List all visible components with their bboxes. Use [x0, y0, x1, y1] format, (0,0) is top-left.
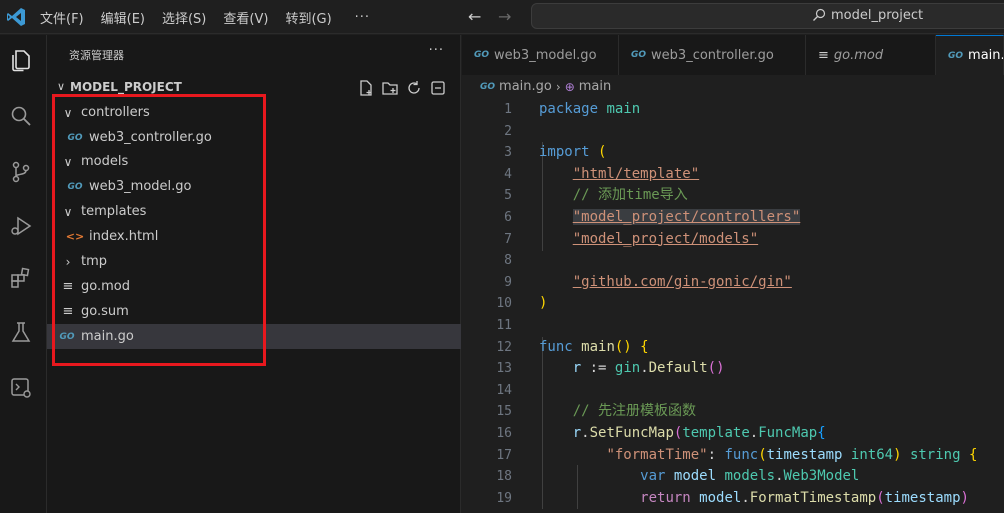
forward-arrow-icon[interactable]: →	[498, 7, 511, 26]
command-center-search[interactable]: model_project	[531, 3, 1004, 29]
code-editor[interactable]: 1 package main 2 3 import ( 4 "html/templa…	[462, 99, 1004, 509]
go-file-icon: GO	[474, 50, 490, 60]
title-bar: 文件(F) 编辑(E) 选择(S) 查看(V) 转到(G) ··· ← → mo…	[0, 0, 1004, 34]
code-line: 8	[504, 253, 512, 269]
new-file-icon[interactable]	[357, 79, 375, 97]
code-line: 6 "model_project/controllers"	[504, 208, 801, 225]
refresh-icon[interactable]	[405, 79, 423, 97]
text-file-icon: ≡	[818, 47, 829, 63]
menu-selection[interactable]: 选择(S)	[162, 8, 206, 27]
tab-web3-controller[interactable]: GO web3_controller.go	[619, 35, 806, 75]
code-line: 11	[496, 317, 512, 333]
collapse-all-icon[interactable]	[429, 79, 447, 97]
chevron-right-icon: ›	[555, 79, 561, 94]
editor-tabs: GO web3_model.go GO web3_controller.go ≡…	[462, 35, 1004, 75]
code-line: 9 "github.com/gin-gonic/gin"	[504, 273, 792, 290]
code-line: 7 "model_project/models"	[504, 230, 759, 247]
back-arrow-icon[interactable]: ←	[468, 7, 481, 26]
vscode-logo-icon[interactable]	[4, 5, 28, 29]
tab-label: web3_model.go	[494, 47, 597, 63]
code-line: 3 import (	[504, 144, 607, 161]
search-icon[interactable]	[8, 103, 34, 129]
tab-label: web3_controller.go	[651, 47, 774, 63]
tab-go-mod[interactable]: ≡ go.mod	[806, 35, 936, 75]
code-line: 13 r := gin.Default()	[496, 360, 725, 377]
code-line: 5 // 添加time导入	[504, 187, 688, 204]
annotation-highlight-box	[52, 94, 266, 366]
search-text: model_project	[831, 8, 924, 23]
menu-go[interactable]: 转到(G)	[285, 8, 331, 27]
code-line: 15 // 先注册模板函数	[496, 403, 697, 420]
tab-label: main.go	[968, 48, 1004, 63]
tab-web3-model[interactable]: GO web3_model.go	[462, 35, 619, 75]
go-file-icon: GO	[480, 81, 496, 92]
breadcrumb: GO main.go › ⊕ main	[480, 79, 611, 94]
menu-view[interactable]: 查看(V)	[223, 8, 268, 27]
breadcrumb-symbol[interactable]: main	[579, 79, 611, 94]
new-folder-icon[interactable]	[381, 79, 399, 97]
code-line: 4 "html/template"	[504, 165, 700, 182]
menu-more-icon[interactable]: ···	[355, 10, 370, 25]
menu-bar: 文件(F) 编辑(E) 选择(S) 查看(V) 转到(G) ···	[40, 0, 370, 34]
run-debug-icon[interactable]	[8, 213, 34, 239]
section-actions	[357, 79, 447, 97]
tab-label: go.mod	[833, 47, 884, 63]
code-line: 10)	[496, 295, 548, 312]
remote-explorer-icon[interactable]	[8, 375, 34, 401]
code-line: 1 package main	[504, 101, 641, 117]
code-line: 19 return model.FormatTimestamp(timestam…	[496, 489, 969, 506]
tab-main-go[interactable]: GO main.go	[936, 35, 1004, 75]
extensions-icon[interactable]	[8, 265, 34, 291]
menu-edit[interactable]: 编辑(E)	[101, 8, 145, 27]
explorer-header: 资源管理器	[69, 49, 124, 62]
editor-area: GO web3_model.go GO web3_controller.go ≡…	[462, 35, 1004, 513]
go-file-icon: GO	[948, 50, 964, 61]
explorer-more-icon[interactable]: ···	[429, 43, 444, 58]
code-line: 16 r.SetFuncMap(template.FuncMap{	[496, 424, 826, 441]
code-line: 17 "formatTime": func(timestamp int64) s…	[496, 446, 978, 463]
breadcrumb-file[interactable]: main.go	[499, 79, 552, 94]
search-icon	[812, 8, 826, 22]
go-file-icon: GO	[631, 50, 647, 60]
code-line: 12 func main() {	[496, 338, 649, 355]
code-line: 18 var model models.Web3Model	[496, 468, 860, 485]
source-control-icon[interactable]	[8, 159, 34, 185]
function-symbol-icon: ⊕	[564, 79, 575, 94]
code-line: 2	[504, 123, 512, 139]
code-line: 14	[496, 382, 512, 398]
explorer-icon[interactable]	[8, 47, 34, 73]
menu-file[interactable]: 文件(F)	[40, 8, 84, 27]
project-title: MODEL_PROJECT	[70, 80, 182, 94]
activity-bar	[0, 35, 47, 513]
chevron-down-icon: ∨	[57, 80, 66, 93]
testing-icon[interactable]	[8, 319, 34, 345]
